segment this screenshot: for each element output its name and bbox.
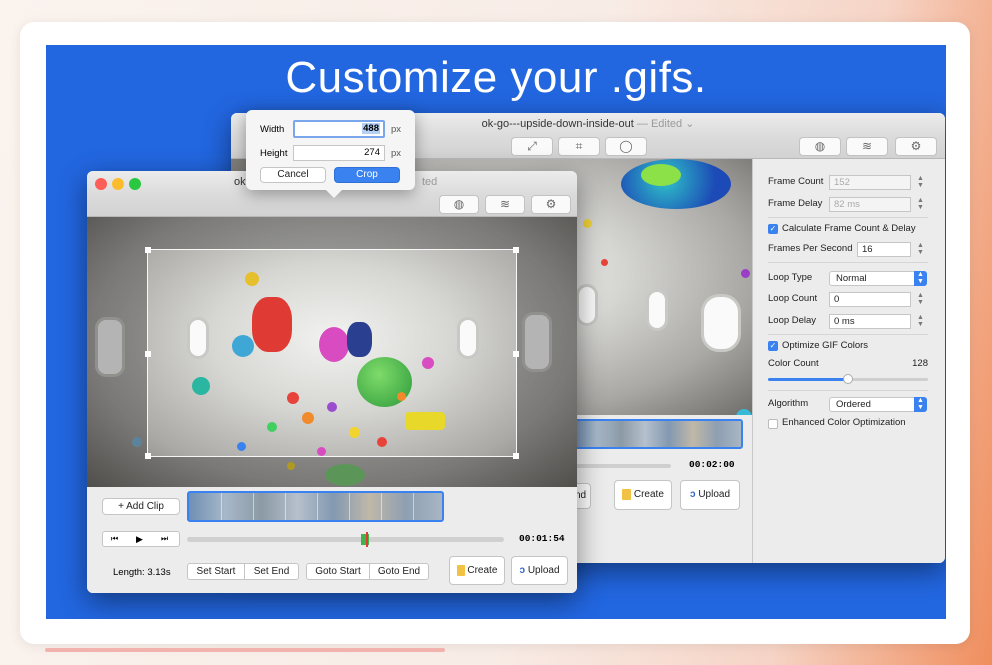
loop-type-label: Loop Type xyxy=(768,272,813,283)
enhanced-label: Enhanced Color Optimization xyxy=(782,417,906,428)
loop-delay-label: Loop Delay xyxy=(768,315,817,326)
algorithm-select[interactable]: Ordered ▲ ▼ xyxy=(829,397,927,412)
crop-handle[interactable] xyxy=(513,247,519,253)
back-filmstrip[interactable] xyxy=(571,419,743,449)
playhead[interactable] xyxy=(366,532,368,547)
crop-handle[interactable] xyxy=(145,247,151,253)
frame-delay-label: Frame Delay xyxy=(768,198,823,209)
crop-handle[interactable] xyxy=(145,351,151,357)
chevron-down-icon[interactable]: ⌄ xyxy=(685,118,694,130)
back-window-title: ok-go---upside-down-inside-out xyxy=(481,118,634,130)
back-timeline[interactable] xyxy=(571,464,671,468)
height-unit: px xyxy=(391,148,402,159)
calculate-label: Calculate Frame Count & Delay xyxy=(782,223,916,234)
fps-field[interactable]: 16 xyxy=(857,242,911,257)
crop-frame[interactable] xyxy=(145,247,519,459)
length-label: Length: 3.13s xyxy=(113,567,171,578)
speech-bubble-icon[interactable]: ◯ xyxy=(605,137,647,156)
crop-handle[interactable] xyxy=(513,351,519,357)
optimize-label: Optimize GIF Colors xyxy=(782,340,869,351)
zoom-icon[interactable] xyxy=(129,178,141,190)
back-timecode: 00:02:00 xyxy=(689,459,735,470)
loop-count-field[interactable]: 0 xyxy=(829,292,911,307)
goto-end-button[interactable]: Goto End xyxy=(369,563,429,580)
back-upload-button[interactable]: ↄ Upload xyxy=(680,480,740,510)
palette-icon[interactable]: ◍ xyxy=(799,137,841,156)
loop-count-stepper[interactable]: ▲ ▼ xyxy=(916,292,925,307)
gear-icon[interactable]: ⚙ xyxy=(531,195,571,214)
color-count-value: 128 xyxy=(912,358,928,369)
crop-popover: Width 488 px Height 274 px Cancel Crop xyxy=(246,110,415,198)
color-count-label: Color Count xyxy=(768,358,819,369)
front-window: ok ted ◍ ≋ ⚙ + Add Clip ⏮ ▶ ⏭ 00:01:54 L… xyxy=(87,171,577,593)
play-icon[interactable]: ▶ xyxy=(136,532,143,546)
front-filmstrip[interactable] xyxy=(187,491,444,522)
crop-button[interactable]: Crop xyxy=(334,167,400,183)
set-end-button[interactable]: Set End xyxy=(244,563,299,580)
crop-handle[interactable] xyxy=(513,453,519,459)
select-arrows-icon: ▲ ▼ xyxy=(914,397,927,412)
skip-forward-icon[interactable]: ⏭ xyxy=(161,532,168,546)
width-unit: px xyxy=(391,124,402,135)
goto-start-button[interactable]: Goto Start xyxy=(306,563,370,580)
width-label: Width xyxy=(260,124,285,135)
gear-icon[interactable]: ⚙ xyxy=(895,137,937,156)
fps-stepper[interactable]: ▲ ▼ xyxy=(916,242,925,257)
width-field[interactable]: 488 xyxy=(293,120,385,138)
upload-icon: ↄ xyxy=(519,565,526,576)
loop-count-label: Loop Count xyxy=(768,293,818,304)
promo-stage: Customize your .gifs. ok-go---upside-dow… xyxy=(46,45,946,619)
crop-handle[interactable] xyxy=(145,453,151,459)
skip-back-icon[interactable]: ⏮ xyxy=(111,532,118,546)
loop-type-value: Normal xyxy=(836,273,867,284)
algorithm-label: Algorithm xyxy=(768,398,809,409)
crop-icon[interactable]: ⌗ xyxy=(558,137,600,156)
front-timecode: 00:01:54 xyxy=(519,533,565,544)
headline: Customize your .gifs. xyxy=(285,53,707,102)
optimize-checkbox[interactable]: ✓ xyxy=(768,341,778,351)
front-timeline[interactable] xyxy=(187,532,504,547)
loop-type-select[interactable]: Normal ▲ ▼ xyxy=(829,271,927,286)
color-count-slider[interactable] xyxy=(768,374,928,384)
add-clip-button[interactable]: + Add Clip xyxy=(102,498,180,515)
frame-count-field: 152 xyxy=(829,175,911,190)
back-create-button[interactable]: Create xyxy=(614,480,672,510)
palette-icon[interactable]: ◍ xyxy=(439,195,479,214)
height-label: Height xyxy=(260,148,288,159)
front-bottom-bar: + Add Clip ⏮ ▶ ⏭ 00:01:54 Length: 3.13s … xyxy=(87,487,577,593)
fps-label: Frames Per Second xyxy=(768,243,853,254)
gif-doc-icon xyxy=(456,564,465,576)
frame-count-stepper: ▲ ▼ xyxy=(917,175,924,189)
frame-delay-field: 82 ms xyxy=(829,197,911,212)
front-window-title: ok xyxy=(234,176,246,188)
layers-icon[interactable]: ≋ xyxy=(846,137,888,156)
slider-knob[interactable] xyxy=(843,374,853,384)
front-window-edited: ted xyxy=(422,176,438,188)
layers-icon[interactable]: ≋ xyxy=(485,195,525,214)
frame-count-label: Frame Count xyxy=(768,176,824,187)
loop-delay-stepper[interactable]: ▲ ▼ xyxy=(916,314,925,329)
gif-doc-icon xyxy=(622,488,632,500)
front-video-preview xyxy=(87,217,577,487)
resize-icon[interactable]: ⤢ xyxy=(511,137,553,156)
loop-delay-field[interactable]: 0 ms xyxy=(829,314,911,329)
back-window-edited: — Edited xyxy=(636,118,683,130)
underline-accent xyxy=(45,648,445,652)
frame-delay-stepper: ▲ ▼ xyxy=(917,197,924,211)
front-upload-button[interactable]: ↄ Upload xyxy=(511,556,568,585)
height-field[interactable]: 274 xyxy=(293,145,385,161)
enhanced-checkbox[interactable] xyxy=(768,419,778,429)
front-create-button[interactable]: Create xyxy=(449,556,505,585)
select-arrows-icon: ▲ ▼ xyxy=(914,271,927,286)
playback-controls: ⏮ ▶ ⏭ xyxy=(102,531,180,547)
minimize-icon[interactable] xyxy=(112,178,124,190)
settings-panel: Frame Count 152 ▲ ▼ Frame Delay 82 ms ▲ ▼ … xyxy=(752,159,945,563)
calculate-checkbox[interactable]: ✓ xyxy=(768,224,778,234)
cancel-button[interactable]: Cancel xyxy=(260,167,326,183)
close-icon[interactable] xyxy=(95,178,107,190)
set-start-button[interactable]: Set Start xyxy=(187,563,245,580)
upload-icon: ↄ xyxy=(689,489,696,500)
algorithm-value: Ordered xyxy=(836,399,871,410)
